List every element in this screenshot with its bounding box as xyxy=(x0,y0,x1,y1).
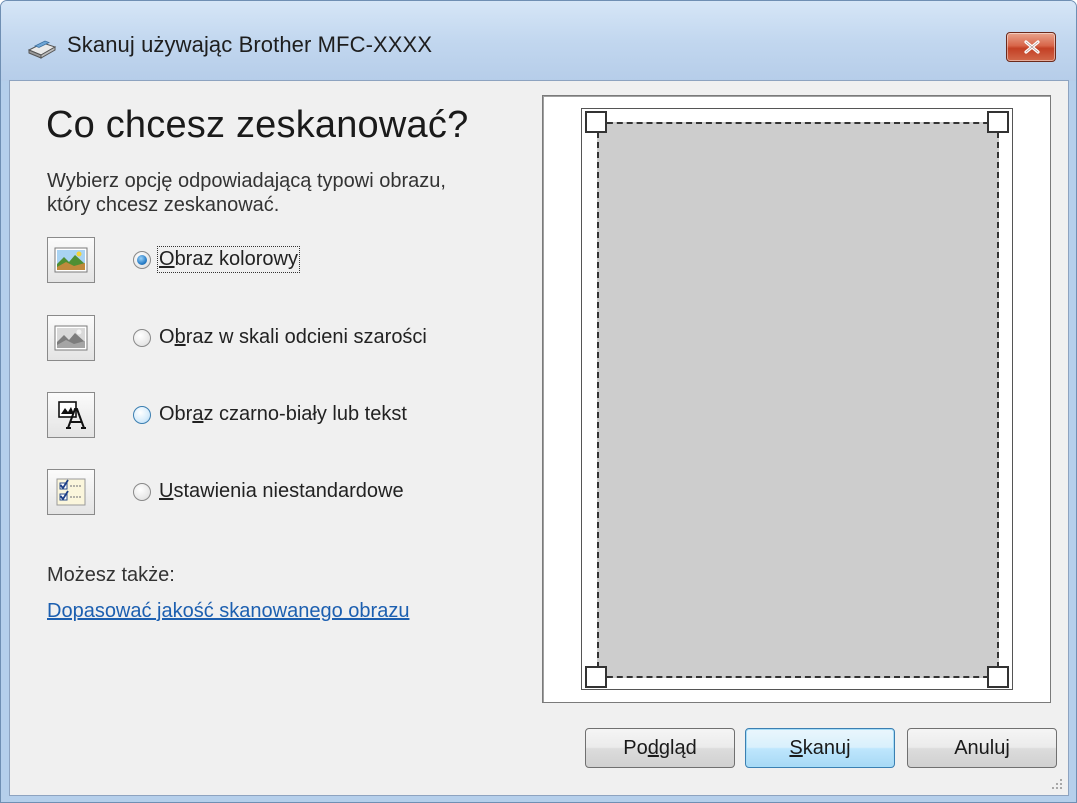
grayscale-picture-label[interactable]: Obraz w skali odcieni szarości xyxy=(159,326,427,349)
custom-settings-label[interactable]: Ustawienia niestandardowe xyxy=(159,480,404,503)
preview-button-prefix: Po xyxy=(623,736,648,759)
option-black-white-text[interactable]: Obraz czarno-biały lub tekst xyxy=(47,392,517,438)
preview-page xyxy=(581,108,1013,690)
option-color-picture[interactable]: Obraz kolorowy xyxy=(47,237,517,283)
grayscale-picture-mnemonic: b xyxy=(174,326,186,348)
preview-button[interactable]: Podgląd xyxy=(585,728,735,768)
window-title: Skanuj używając Brother MFC-XXXX xyxy=(67,32,433,57)
scan-area-selection[interactable] xyxy=(597,122,999,678)
black-white-text-text: z czarno-biały lub tekst xyxy=(203,403,407,425)
custom-settings-text: stawienia niestandardowe xyxy=(173,480,404,502)
scan-button-mnemonic: S xyxy=(789,736,803,759)
dialog-client-area: Co chcesz zeskanować? Wybierz opcję odpo… xyxy=(9,80,1069,796)
instructions-text: Wybierz opcję odpowiadającą typowi obraz… xyxy=(47,169,507,217)
scan-button[interactable]: Skanuj xyxy=(745,728,895,768)
grayscale-photo-icon xyxy=(54,325,88,351)
scan-dialog-window: Skanuj używając Brother MFC-XXXX Co chce… xyxy=(0,0,1077,803)
grayscale-picture-prefix: O xyxy=(159,326,175,348)
option-grayscale-picture[interactable]: Obraz w skali odcieni szarości xyxy=(47,315,517,361)
color-photo-button[interactable] xyxy=(47,237,95,283)
custom-settings-icon xyxy=(56,478,86,506)
crop-handle-top-left[interactable] xyxy=(585,111,607,133)
instructions-line-1: Wybierz opcję odpowiadającą typowi obraz… xyxy=(47,170,446,192)
option-custom-settings[interactable]: Ustawienia niestandardowe xyxy=(47,469,517,515)
instructions-line-2: który chcesz zeskanować. xyxy=(47,194,280,216)
black-white-text-radio[interactable] xyxy=(133,406,151,424)
color-picture-mnemonic: O xyxy=(159,248,175,270)
close-icon xyxy=(1024,40,1040,54)
black-white-text-prefix: Obr xyxy=(159,403,193,425)
color-picture-radio[interactable] xyxy=(133,251,151,269)
preview-pane xyxy=(542,95,1051,703)
grayscale-photo-button[interactable] xyxy=(47,315,95,361)
grayscale-picture-radio[interactable] xyxy=(133,329,151,347)
crop-handle-bottom-right[interactable] xyxy=(987,666,1009,688)
crop-handle-bottom-left[interactable] xyxy=(585,666,607,688)
black-white-text-button[interactable] xyxy=(47,392,95,438)
custom-settings-mnemonic: U xyxy=(159,480,174,502)
title-bar[interactable]: Skanuj używając Brother MFC-XXXX xyxy=(1,1,1076,81)
grayscale-picture-text: raz w skali odcieni szarości xyxy=(185,326,427,348)
also-label: Możesz także: xyxy=(47,564,175,586)
scan-button-text: kanuj xyxy=(802,736,851,759)
scanner-icon xyxy=(27,40,57,59)
preview-button-mnemonic: d xyxy=(647,736,659,759)
black-white-text-mnemonic: a xyxy=(192,403,204,425)
close-button[interactable] xyxy=(1006,32,1056,62)
custom-settings-radio[interactable] xyxy=(133,483,151,501)
custom-settings-button[interactable] xyxy=(47,469,95,515)
color-picture-label[interactable]: Obraz kolorowy xyxy=(157,246,300,273)
adjust-quality-link[interactable]: Dopasować jakość skanowanego obrazu xyxy=(47,600,409,623)
black-white-text-label[interactable]: Obraz czarno-biały lub tekst xyxy=(159,403,407,426)
preview-button-text: gląd xyxy=(658,736,697,759)
crop-handle-top-right[interactable] xyxy=(987,111,1009,133)
page-title: Co chcesz zeskanować? xyxy=(46,104,469,146)
resize-grip-icon[interactable] xyxy=(1048,775,1064,791)
color-photo-icon xyxy=(54,247,88,273)
cancel-button[interactable]: Anuluj xyxy=(907,728,1057,768)
black-white-text-icon xyxy=(58,401,86,429)
color-picture-text: braz kolorowy xyxy=(174,248,298,270)
